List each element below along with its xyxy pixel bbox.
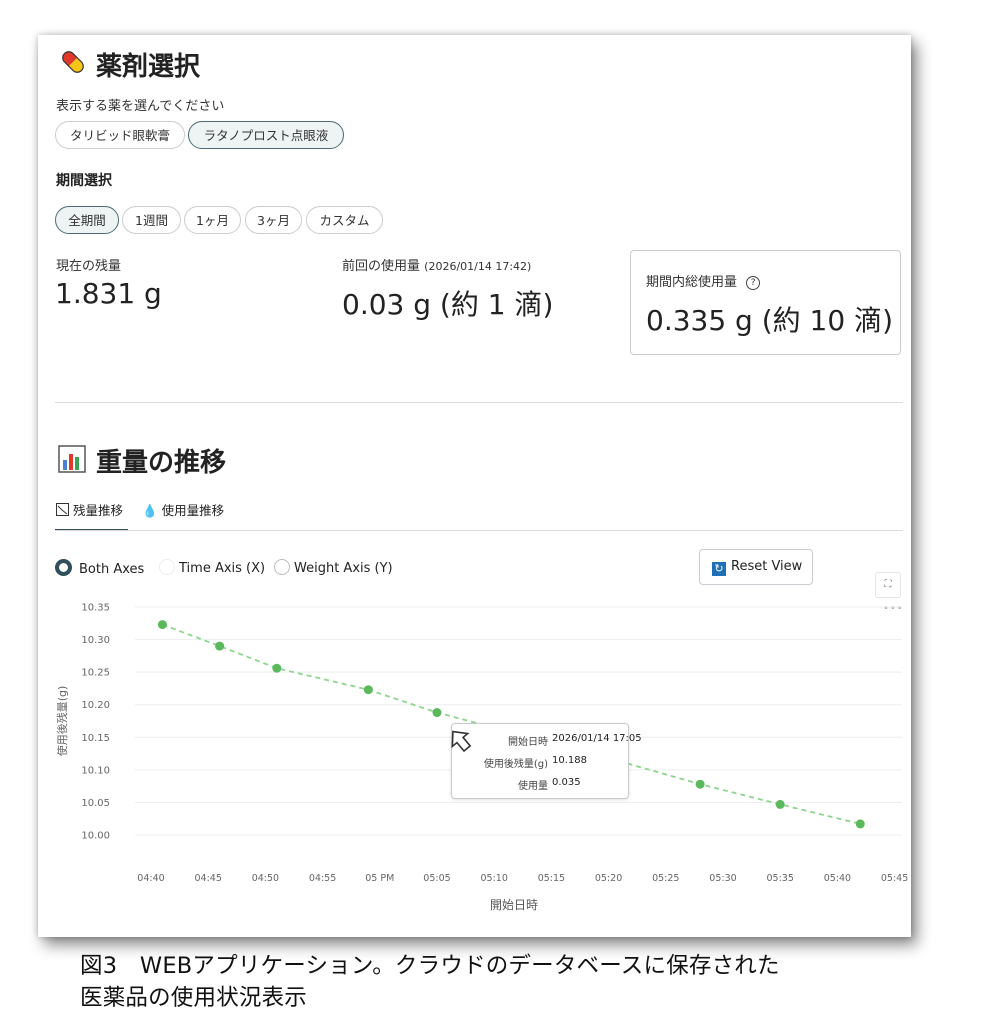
last-use-time: (2026/01/14 17:42) bbox=[424, 260, 532, 273]
data-point bbox=[855, 819, 865, 829]
y-tick-label: 10.25 bbox=[81, 668, 110, 679]
data-point bbox=[363, 685, 373, 695]
x-axis-label: 開始日時 bbox=[490, 898, 538, 912]
x-tick-label: 05:10 bbox=[481, 873, 508, 884]
period-1week[interactable]: 1週間 bbox=[122, 206, 181, 234]
x-tick-label: 04:50 bbox=[252, 873, 279, 884]
y-axis-label: 使用後残量(g) bbox=[55, 686, 69, 757]
tooltip-row-start: 開始日時 bbox=[508, 733, 548, 748]
figure-caption-line1: 図3 WEBアプリケーション。クラウドのデータベースに保存された bbox=[80, 953, 780, 979]
y-tick-label: 10.00 bbox=[81, 831, 110, 842]
x-tick-label: 05:30 bbox=[709, 873, 736, 884]
period-total-value: 0.335 g (約 10 滴) bbox=[646, 304, 894, 337]
remaining-value: 1.831 g bbox=[55, 277, 162, 310]
medicine-section-title: 薬剤選択 bbox=[96, 52, 201, 82]
x-tick-label: 05:20 bbox=[595, 873, 622, 884]
x-tick-label: 04:55 bbox=[309, 873, 336, 884]
period-total-label: 期間内総使用量 ? bbox=[646, 271, 761, 290]
period-total-label-text: 期間内総使用量 bbox=[646, 275, 738, 290]
data-point bbox=[215, 641, 225, 651]
data-point bbox=[432, 708, 442, 718]
y-tick-label: 10.05 bbox=[81, 798, 110, 809]
tab-remaining-label: 残量推移 bbox=[72, 503, 123, 518]
chart-tooltip: 開始日時 2026/01/14 17:05 使用後残量(g) 10.188 使用… bbox=[451, 723, 642, 799]
help-icon[interactable]: ? bbox=[746, 276, 761, 290]
bar-chart-icon bbox=[58, 445, 86, 473]
x-tick-label: 05:40 bbox=[824, 873, 851, 884]
data-point bbox=[775, 799, 785, 809]
radio-both-label: Both Axes bbox=[79, 562, 145, 577]
section-divider bbox=[55, 402, 903, 403]
radio-selected-icon bbox=[55, 559, 72, 576]
cursor-arrow-icon bbox=[448, 727, 472, 753]
refresh-icon: ↻ bbox=[712, 562, 726, 576]
app-card: 薬剤選択 表示する薬を選んでください タリビッド眼軟膏 ラタノプロスト点眼液 期… bbox=[38, 35, 911, 937]
x-tick-label: 05 PM bbox=[365, 873, 394, 884]
reset-view-button[interactable]: ↻ Reset View bbox=[699, 549, 813, 585]
remaining-label: 現在の残量 bbox=[56, 259, 122, 274]
figure-caption-line2: 医薬品の使用状況表示 bbox=[80, 985, 308, 1011]
tab-usage-trend[interactable]: 💧 使用量推移 bbox=[142, 500, 224, 519]
data-point bbox=[157, 620, 167, 630]
period-custom[interactable]: カスタム bbox=[306, 206, 383, 234]
y-tick-label: 10.10 bbox=[81, 765, 110, 776]
x-tick-label: 05:15 bbox=[538, 873, 565, 884]
period-1month[interactable]: 1ヶ月 bbox=[184, 206, 241, 234]
tooltip-val-remaining: 10.188 bbox=[552, 755, 587, 766]
tooltip-row-usage: 使用量 bbox=[518, 777, 548, 792]
x-tick-label: 05:35 bbox=[767, 873, 794, 884]
line-chart-icon bbox=[56, 503, 69, 516]
tab-usage-label: 使用量推移 bbox=[161, 503, 225, 518]
radio-both-axes[interactable]: Both Axes bbox=[55, 559, 144, 577]
medicine-option-talivid[interactable]: タリビッド眼軟膏 bbox=[55, 121, 185, 149]
radio-time-axis[interactable]: Time Axis (X) bbox=[159, 559, 265, 576]
tooltip-key-remaining: 使用後残量(g) bbox=[483, 759, 548, 770]
period-3month[interactable]: 3ヶ月 bbox=[245, 206, 302, 234]
period-all[interactable]: 全期間 bbox=[55, 206, 119, 234]
radio-time-label: Time Axis (X) bbox=[179, 561, 266, 576]
radio-weight-axis[interactable]: Weight Axis (Y) bbox=[274, 559, 393, 576]
tab-divider bbox=[55, 530, 903, 531]
data-point bbox=[272, 663, 282, 673]
trend-section-title: 重量の推移 bbox=[96, 448, 227, 478]
y-tick-label: 10.30 bbox=[81, 635, 110, 646]
y-tick-label: 10.15 bbox=[81, 733, 110, 744]
tooltip-val-usage: 0.035 bbox=[552, 777, 581, 788]
radio-empty-icon bbox=[159, 559, 175, 575]
reset-view-label: Reset View bbox=[731, 559, 803, 574]
x-tick-label: 04:45 bbox=[195, 873, 222, 884]
tooltip-row-remaining: 使用後残量(g) bbox=[484, 755, 548, 770]
period-total-box: 期間内総使用量 ? 0.335 g (約 10 滴) bbox=[630, 250, 901, 355]
x-tick-label: 04:40 bbox=[137, 873, 164, 884]
y-tick-label: 10.20 bbox=[81, 700, 110, 711]
last-use-label: 前回の使用量 (2026/01/14 17:42) bbox=[342, 255, 531, 274]
y-tick-label: 10.35 bbox=[81, 603, 110, 614]
radio-weight-label: Weight Axis (Y) bbox=[294, 561, 393, 576]
last-use-label-text: 前回の使用量 bbox=[342, 259, 421, 274]
x-tick-label: 05:05 bbox=[423, 873, 450, 884]
medicine-instruction: 表示する薬を選んでください bbox=[56, 99, 225, 114]
x-tick-label: 05:45 bbox=[881, 873, 908, 884]
period-section-title: 期間選択 bbox=[56, 173, 112, 189]
radio-empty-icon bbox=[274, 559, 290, 575]
pill-icon bbox=[58, 47, 88, 77]
last-use-value: 0.03 g (約 1 滴) bbox=[342, 288, 554, 321]
tooltip-key-start: 開始日時 bbox=[508, 737, 548, 748]
tab-remaining-trend[interactable]: 残量推移 bbox=[56, 500, 123, 530]
tooltip-val-start: 2026/01/14 17:05 bbox=[552, 733, 642, 744]
tooltip-key-usage: 使用量 bbox=[518, 781, 548, 792]
droplet-icon: 💧 bbox=[142, 503, 158, 518]
medicine-option-latanoprost[interactable]: ラタノプロスト点眼液 bbox=[188, 121, 344, 149]
data-point bbox=[695, 779, 705, 789]
x-tick-label: 05:25 bbox=[652, 873, 679, 884]
